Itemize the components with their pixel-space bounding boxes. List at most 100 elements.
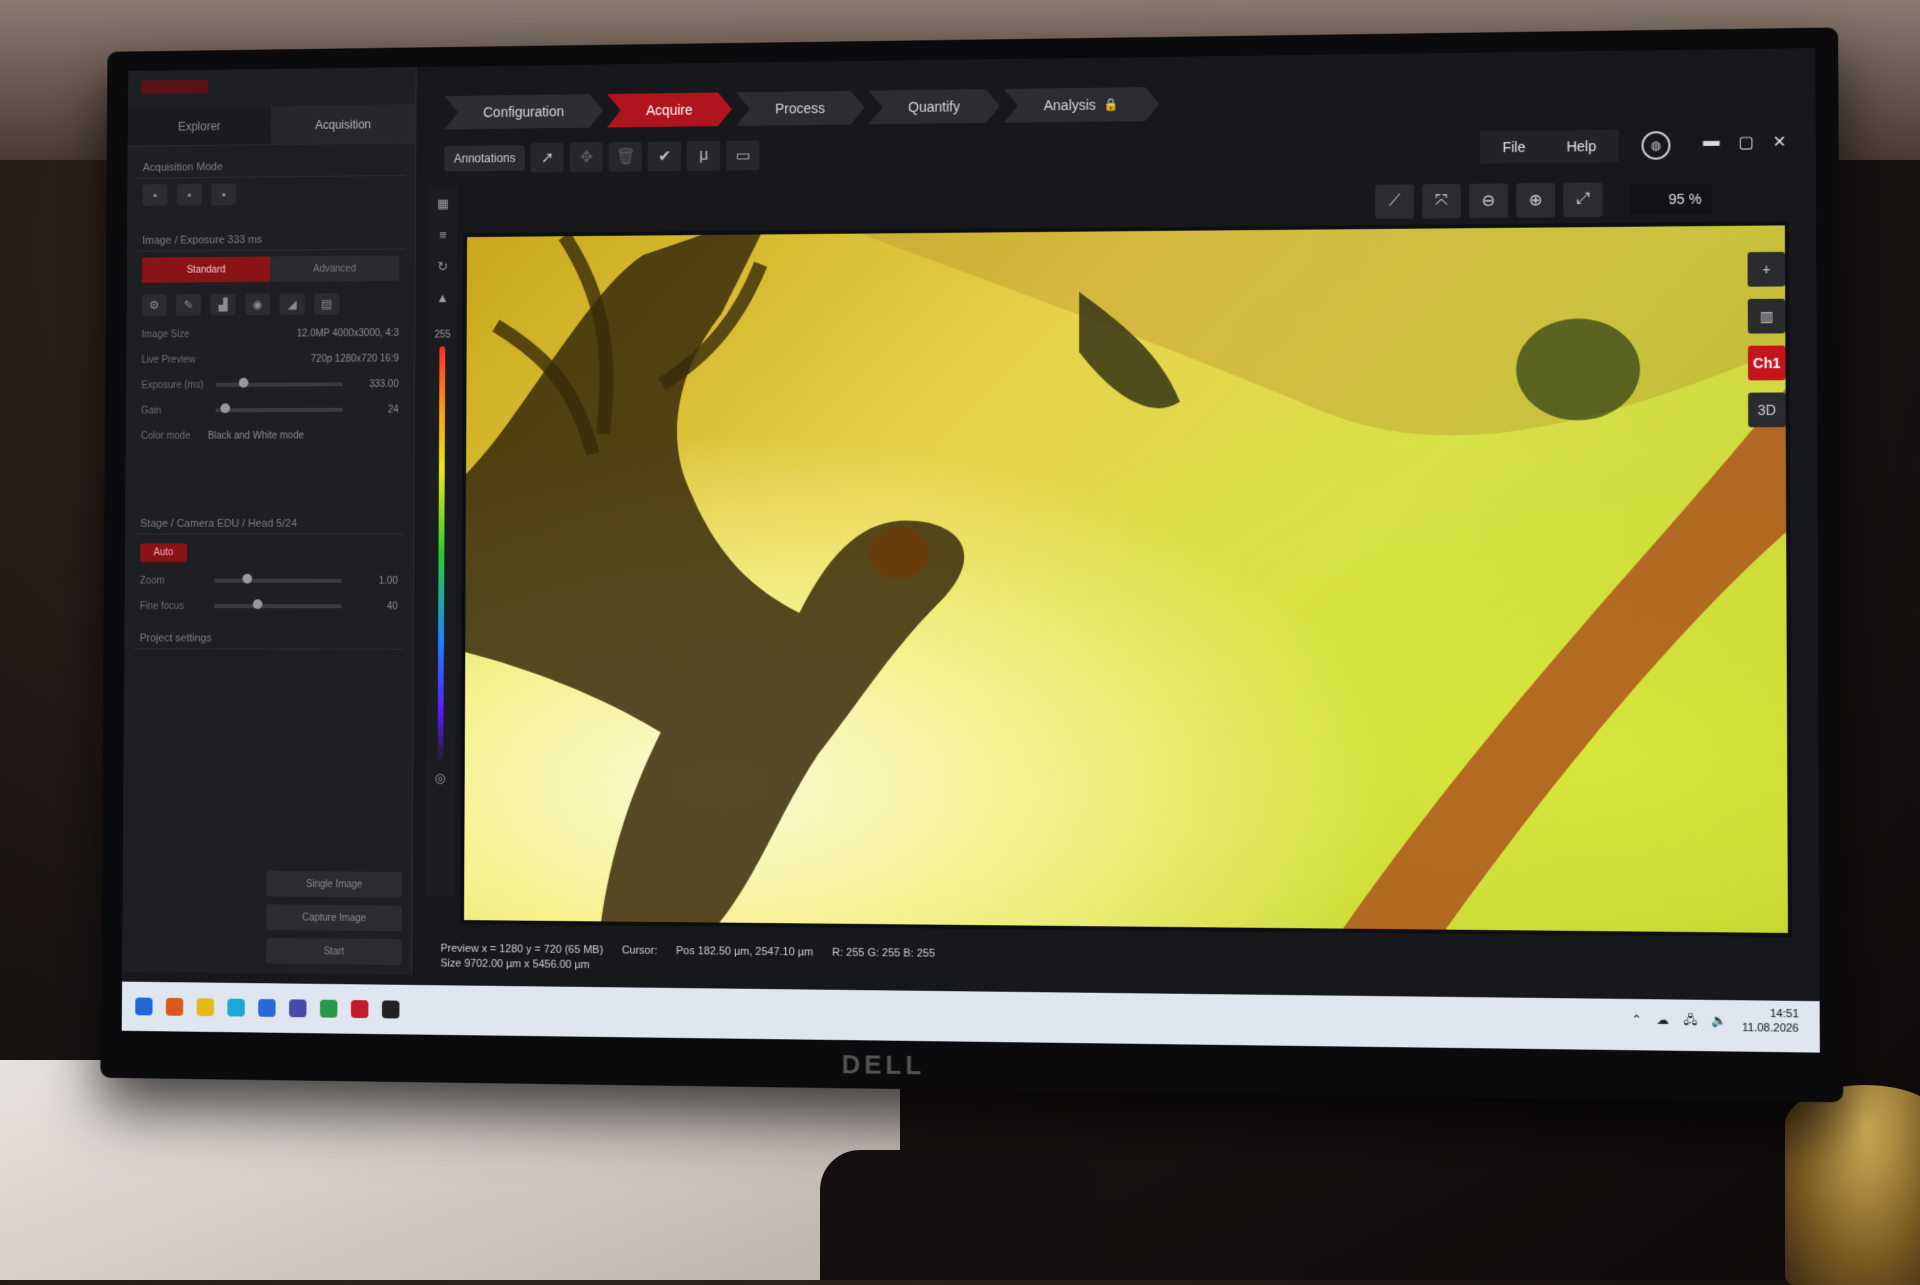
annotations-button[interactable]: Annotations [444, 145, 526, 172]
fit-icon[interactable]: ⤢ [1563, 182, 1603, 218]
app-logo [141, 79, 209, 95]
exposure-slider[interactable] [215, 377, 343, 388]
tab-label: Process [775, 100, 826, 117]
palette-icon[interactable]: ▥ [1747, 298, 1786, 334]
move-icon[interactable]: ✥ [569, 142, 604, 173]
image-size-row: Image Size 12.0MP 4000x3000, 4:3 [136, 320, 405, 347]
color-mode-row: Color mode Black and White mode [135, 422, 404, 448]
zoom-out-icon[interactable]: ⊖ [1469, 183, 1509, 219]
color-wheel-icon[interactable]: ◉ [245, 293, 271, 316]
3d-button[interactable]: 3D [1748, 392, 1786, 428]
channel-1-button[interactable]: Ch1 [1747, 345, 1786, 381]
check-icon[interactable]: ✔ [647, 141, 682, 172]
single-image-button[interactable]: Single Image [266, 870, 403, 898]
lut-spectrum[interactable] [437, 346, 446, 761]
section-title[interactable]: Image / Exposure 333 ms [136, 228, 406, 252]
close-icon[interactable]: ✕ [1773, 132, 1787, 152]
mode-segment: Standard Advanced [142, 255, 400, 283]
store-icon[interactable] [258, 998, 276, 1017]
annotation-toolbar: Annotations ➚ ✥ 🗑 ✔ μ ▭ [444, 136, 760, 179]
gain-value[interactable]: 24 [350, 404, 399, 415]
tool-icon[interactable] [381, 1000, 400, 1019]
focus-slider[interactable] [214, 599, 342, 610]
microscope-app-icon[interactable] [350, 1000, 369, 1019]
clock[interactable]: 14:51 11.08.2026 [1742, 1006, 1799, 1035]
gain-slider[interactable] [215, 403, 343, 414]
add-button[interactable]: + [1747, 251, 1786, 287]
globe-icon[interactable]: ◍ [1641, 131, 1671, 160]
refresh-icon[interactable]: ↻ [432, 259, 453, 281]
start-button[interactable]: Start [266, 937, 402, 966]
image-viewer[interactable] [460, 221, 1793, 938]
help-menu[interactable]: Help [1567, 138, 1597, 155]
zoom-slider[interactable] [214, 573, 342, 584]
status-bar: Preview x = 1280 y = 720 (65 MB) Cursor:… [440, 942, 1777, 987]
minimize-icon[interactable]: ▬ [1703, 133, 1720, 153]
reset-icon[interactable]: ◎ [430, 770, 451, 792]
tab-acquisition[interactable]: Acquisition [270, 104, 416, 146]
capture-image-button[interactable]: Capture Image [266, 904, 402, 932]
channel-icon[interactable]: ▦ [432, 196, 453, 218]
histogram-icon[interactable]: ▲ [432, 290, 453, 312]
zoom-value[interactable]: 1.00 [349, 575, 398, 586]
screen: Explorer Acquisition Acquisition Mode ▪ … [121, 48, 1820, 1053]
section-title[interactable]: Stage / Camera EDU / Head 5/24 [134, 513, 404, 535]
xyz-icon[interactable]: ⤧ [1422, 183, 1461, 219]
settings-icon[interactable]: ⚙ [141, 294, 167, 316]
segment-standard[interactable]: Standard [142, 256, 271, 283]
onedrive-icon[interactable]: ☁ [1656, 1013, 1669, 1028]
gain-label: Gain [141, 405, 162, 416]
exposure-value[interactable]: 333.00 [350, 379, 399, 390]
layers-icon[interactable]: ≡ [432, 227, 453, 249]
preview-info: Preview x = 1280 y = 720 (65 MB) [440, 942, 604, 957]
folder-icon[interactable] [196, 998, 214, 1017]
color-mode-select[interactable]: Black and White mode [208, 430, 399, 441]
app-icon[interactable] [289, 999, 307, 1018]
mode-icon[interactable]: ▪ [211, 183, 237, 206]
background-papers [0, 1060, 900, 1280]
mode-icon[interactable]: ▪ [176, 183, 202, 206]
wand-icon[interactable]: ✎ [176, 294, 202, 316]
chevron-up-icon[interactable]: ⌃ [1631, 1012, 1641, 1026]
gradient-icon[interactable]: ◢ [279, 293, 305, 316]
live-preview-select[interactable]: 720p 1280x720 16:9 [208, 353, 399, 365]
browser-icon[interactable] [165, 997, 184, 1016]
tab-configuration[interactable]: Configuration [444, 94, 603, 129]
section-title[interactable]: Acquisition Mode [136, 155, 406, 179]
auto-pill[interactable]: Auto [140, 543, 187, 563]
segment-advanced[interactable]: Advanced [270, 255, 400, 282]
scalebar-icon[interactable]: μ [687, 140, 721, 171]
focus-value[interactable]: 40 [349, 601, 398, 612]
system-tray: ⌃ ☁ 🖧 🔈 14:51 11.08.2026 [1631, 1005, 1799, 1036]
excel-icon[interactable] [319, 999, 338, 1018]
file-menu[interactable]: File [1502, 139, 1525, 155]
mode-icon[interactable]: ▪ [142, 184, 168, 206]
tab-label: Configuration [483, 103, 565, 121]
save-icon[interactable]: ▤ [314, 293, 340, 315]
network-icon[interactable]: 🖧 [1683, 1009, 1697, 1031]
slider-knob[interactable] [220, 403, 231, 414]
zoom-level-input[interactable]: 95 % [1629, 183, 1713, 215]
rectangle-icon[interactable]: ▭ [726, 140, 760, 171]
project-settings[interactable]: Project settings [133, 628, 404, 650]
measure-icon[interactable]: ⟋ [1375, 184, 1414, 219]
tab-quantify[interactable]: Quantify [869, 89, 1000, 124]
slider-knob[interactable] [238, 377, 249, 388]
zoom-in-icon[interactable]: ⊕ [1516, 182, 1556, 218]
maximize-icon[interactable]: ▢ [1738, 132, 1754, 152]
tab-explorer[interactable]: Explorer [127, 106, 272, 147]
image-size-select[interactable]: 12.0MP 4000x3000, 4:3 [208, 327, 399, 339]
cursor-rgb: R: 255 G: 255 B: 255 [832, 946, 936, 960]
slider-knob[interactable] [242, 573, 253, 584]
tab-acquire[interactable]: Acquire [607, 92, 732, 127]
start-icon[interactable] [135, 997, 153, 1016]
histogram-icon[interactable]: ▟ [210, 293, 236, 316]
slider-knob[interactable] [252, 599, 263, 610]
select-icon[interactable]: ➚ [530, 142, 565, 173]
edge-icon[interactable] [227, 998, 245, 1017]
tab-process[interactable]: Process [736, 91, 865, 126]
volume-icon[interactable]: 🔈 [1712, 1013, 1728, 1028]
delete-icon[interactable]: 🗑 [608, 141, 643, 172]
display-strip: ▦ ≡ ↻ ▲ 255 ◎ [425, 186, 458, 897]
tab-analysis[interactable]: Analysis 🔒 [1004, 87, 1159, 123]
